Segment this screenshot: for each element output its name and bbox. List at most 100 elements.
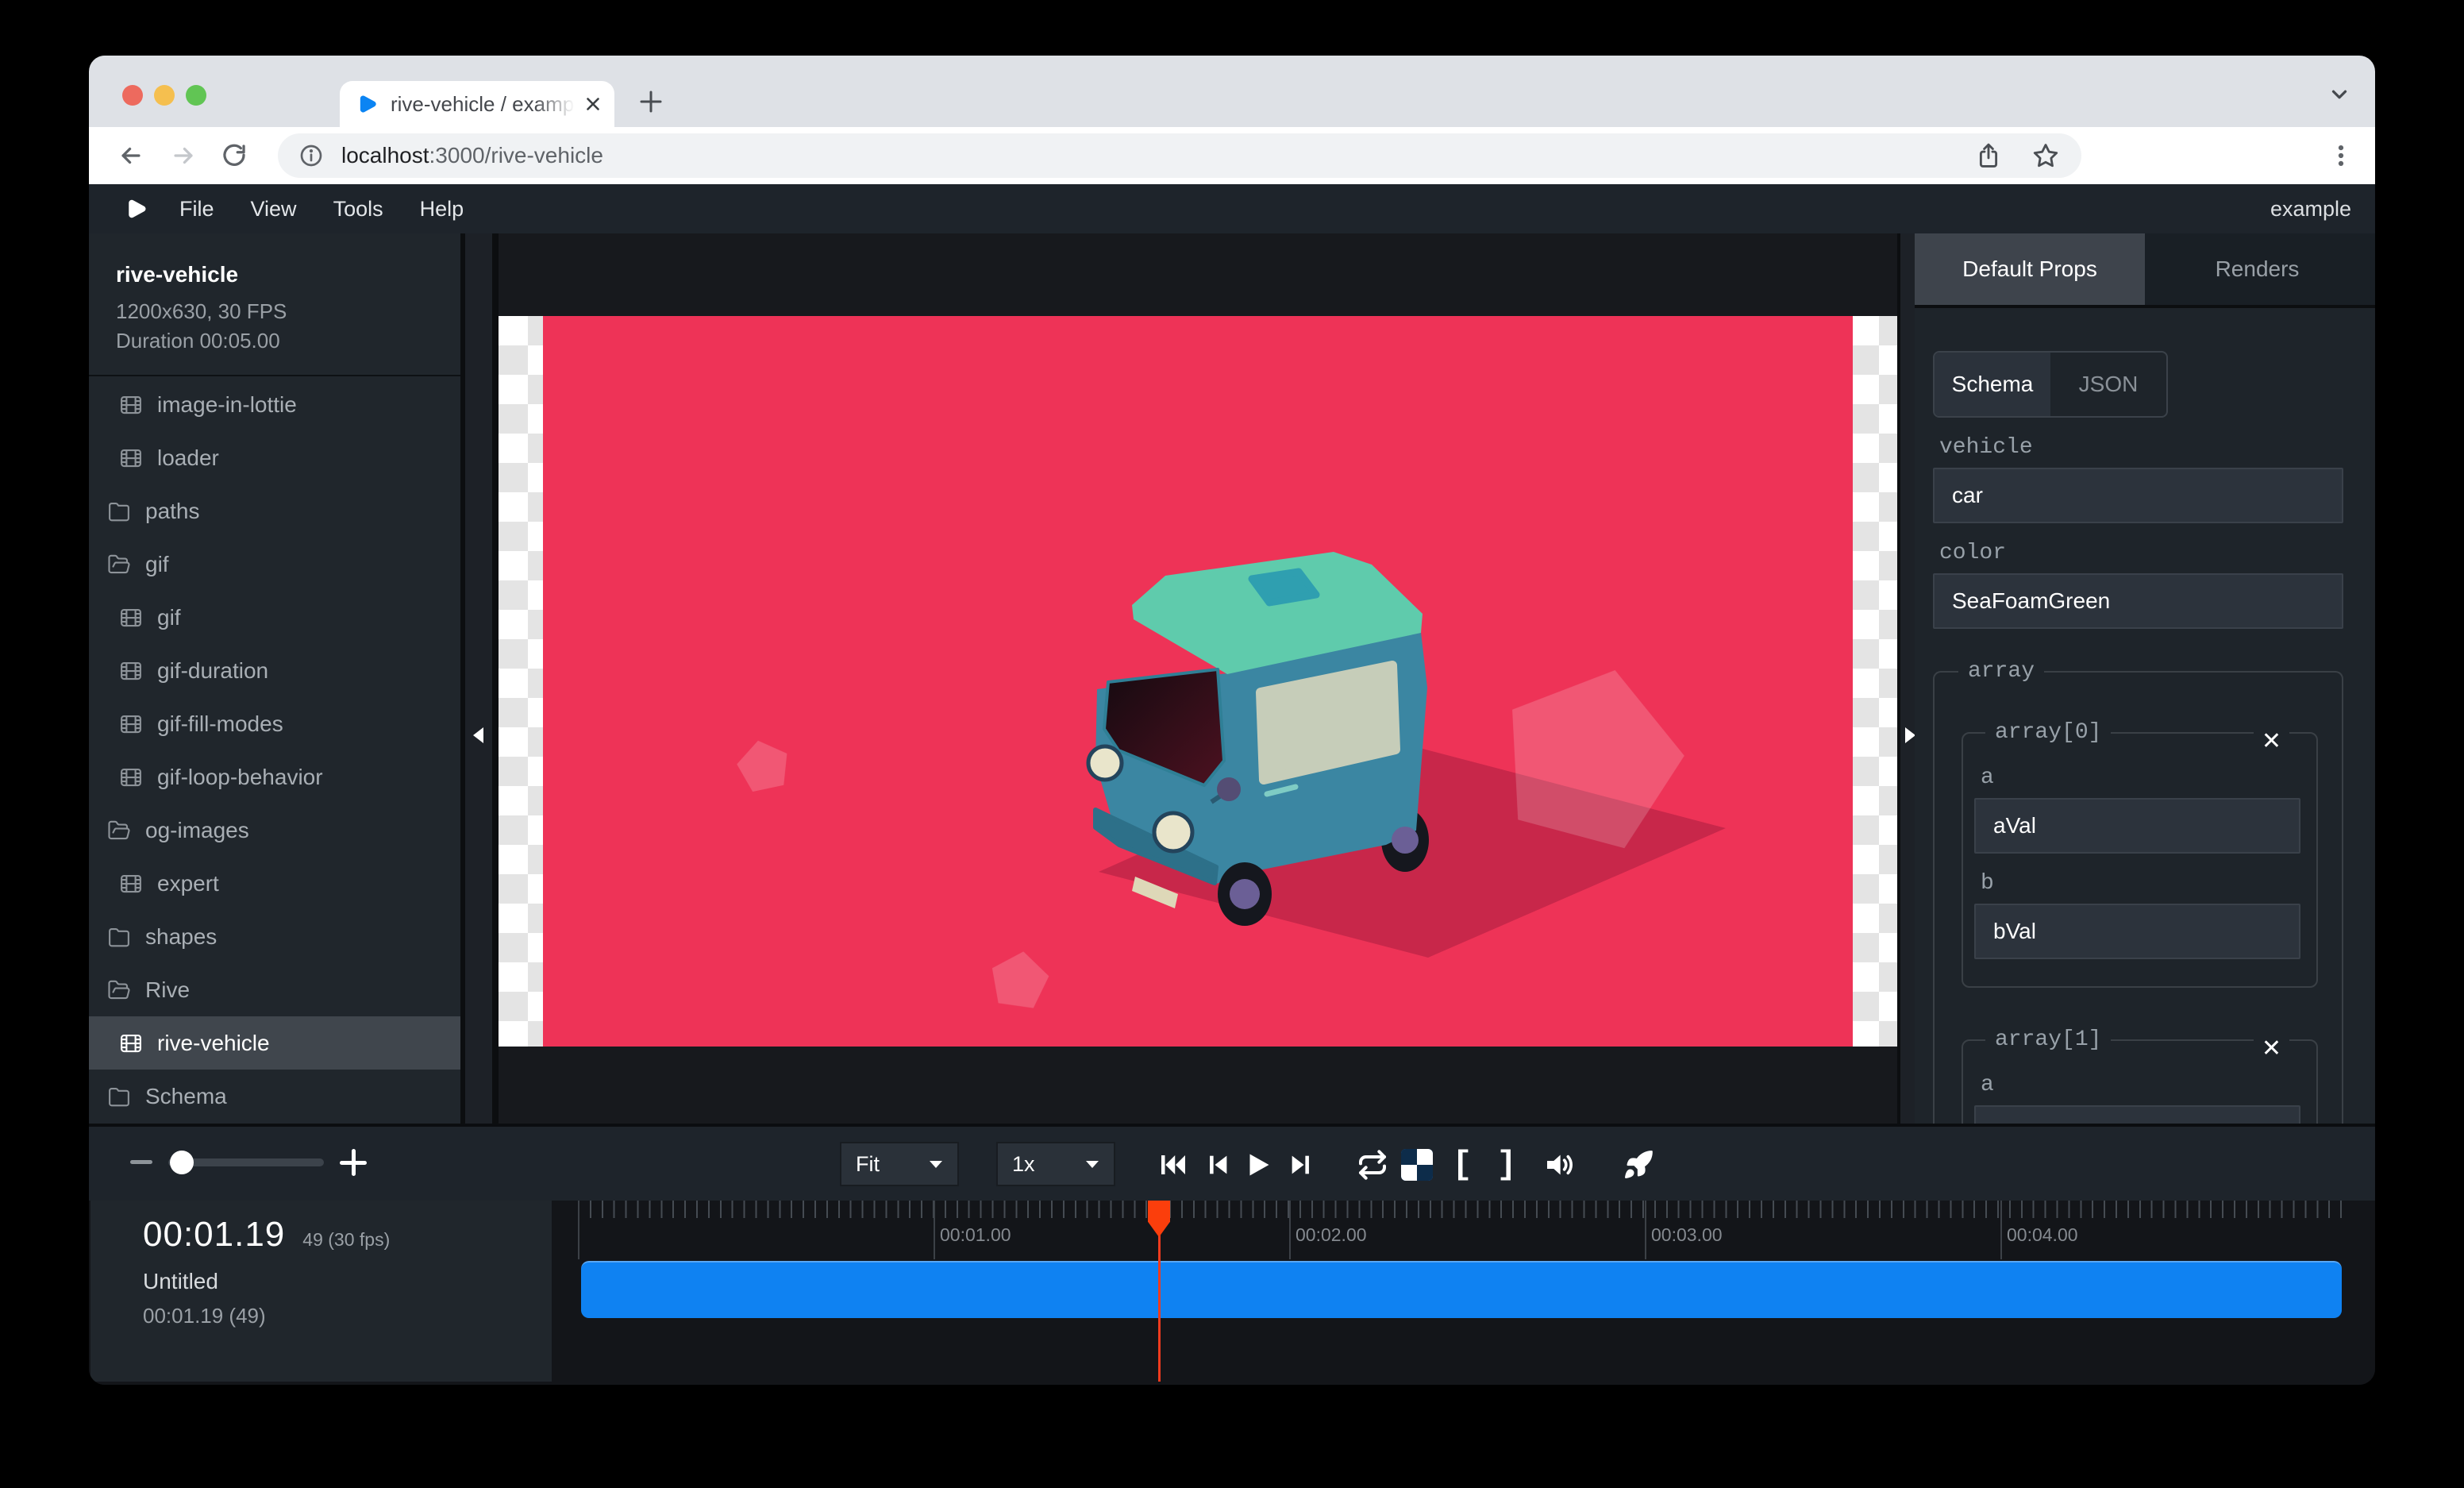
ruler-label: 00:03.00 bbox=[1651, 1224, 1723, 1246]
sidebar-item-label: expert bbox=[157, 871, 219, 896]
sidebar-item-label: shapes bbox=[145, 924, 217, 950]
array-group-label: array bbox=[1958, 659, 2044, 684]
browser-menu-icon[interactable] bbox=[2327, 137, 2354, 179]
zoom-slider-knob[interactable] bbox=[170, 1151, 194, 1174]
array-0-b-input[interactable] bbox=[1974, 904, 2300, 959]
timeline-ruler[interactable] bbox=[578, 1201, 2343, 1218]
sidebar-folder-gif[interactable]: gif bbox=[89, 538, 460, 591]
sidebar-item-label: loader bbox=[157, 445, 219, 471]
timeline-track-bar[interactable] bbox=[581, 1261, 2342, 1318]
window-minimize-button[interactable] bbox=[154, 85, 175, 106]
bookmark-star-icon[interactable] bbox=[2032, 142, 2059, 169]
sidebar-folder-rive[interactable]: Rive bbox=[89, 963, 460, 1016]
toggle-schema[interactable]: Schema bbox=[1935, 353, 2050, 416]
sidebar-folder-schema[interactable]: Schema bbox=[89, 1070, 460, 1123]
zoom-out-icon[interactable] bbox=[130, 1160, 152, 1164]
zoom-in-icon[interactable] bbox=[340, 1149, 367, 1176]
film-icon bbox=[119, 765, 143, 789]
sidebar-item-rive-vehicle[interactable]: rive-vehicle bbox=[89, 1016, 460, 1070]
composition-resolution: 1200x630, 30 FPS bbox=[116, 297, 448, 326]
forward-icon[interactable] bbox=[164, 136, 203, 175]
remove-array-item-icon[interactable]: ✕ bbox=[2254, 1033, 2289, 1065]
toggle-json[interactable]: JSON bbox=[2050, 353, 2166, 416]
sidebar-item-loader[interactable]: loader bbox=[89, 431, 460, 484]
sidebar-folder-shapes[interactable]: shapes bbox=[89, 910, 460, 963]
van-illustration bbox=[543, 316, 1853, 1047]
sidebar-item-image-in-lottie[interactable]: image-in-lottie bbox=[89, 378, 460, 431]
sidebar-folder-paths[interactable]: paths bbox=[89, 484, 460, 538]
project-name-label: example bbox=[2270, 197, 2351, 222]
menu-view[interactable]: View bbox=[251, 197, 297, 222]
back-icon[interactable] bbox=[111, 136, 151, 175]
app-menu-bar: File View Tools Help example bbox=[89, 184, 2375, 233]
volume-button[interactable] bbox=[1542, 1147, 1577, 1182]
tab-renders[interactable]: Renders bbox=[2145, 233, 2370, 305]
menu-tools[interactable]: Tools bbox=[333, 197, 383, 222]
remove-array-item-icon[interactable]: ✕ bbox=[2254, 726, 2289, 757]
transparency-button[interactable] bbox=[1399, 1147, 1434, 1182]
folder-open-icon bbox=[107, 553, 131, 576]
sidebar-item-gif-fill-modes[interactable]: gif-fill-modes bbox=[89, 697, 460, 750]
array-item-0-label: array[0] bbox=[1985, 720, 2111, 745]
skip-to-start-button[interactable] bbox=[1156, 1147, 1191, 1182]
sidebar-item-gif[interactable]: gif bbox=[89, 591, 460, 644]
reload-icon[interactable] bbox=[214, 136, 254, 175]
next-frame-button[interactable] bbox=[1284, 1147, 1319, 1182]
ruler-tick: 00:01.00 bbox=[934, 1201, 935, 1259]
sidebar-item-label: og-images bbox=[145, 818, 249, 843]
sidebar-item-gif-duration[interactable]: gif-duration bbox=[89, 644, 460, 697]
play-icon bbox=[1244, 1151, 1272, 1179]
size-select[interactable]: Fit bbox=[840, 1142, 959, 1186]
schema-json-toggle: Schema JSON bbox=[1933, 351, 2168, 418]
array-1-a-input[interactable] bbox=[1974, 1105, 2300, 1124]
out-bracket-icon: ] bbox=[1496, 1147, 1516, 1182]
array-0-a-input[interactable] bbox=[1974, 798, 2300, 854]
checkerboard-icon bbox=[1401, 1149, 1433, 1181]
tab-close-icon[interactable] bbox=[583, 94, 603, 114]
play-button[interactable] bbox=[1241, 1147, 1276, 1182]
sidebar-item-gif-loop-behavior[interactable]: gif-loop-behavior bbox=[89, 750, 460, 804]
render-button[interactable] bbox=[1621, 1147, 1656, 1182]
previous-frame-button[interactable] bbox=[1200, 1147, 1235, 1182]
timeline-info-panel: 00:01.19 49 (30 fps) Untitled 00:01.19 (… bbox=[90, 1201, 552, 1382]
composition-info: rive-vehicle 1200x630, 30 FPS Duration 0… bbox=[89, 233, 460, 376]
share-icon[interactable] bbox=[1975, 142, 2002, 169]
loop-button[interactable] bbox=[1355, 1147, 1390, 1182]
film-icon bbox=[119, 1031, 143, 1055]
sidebar-item-label: gif bbox=[145, 552, 169, 577]
url-text: localhost:3000/rive-vehicle bbox=[341, 143, 603, 168]
frame-counter: 49 (30 fps) bbox=[302, 1229, 390, 1255]
speed-select[interactable]: 1x bbox=[996, 1142, 1115, 1186]
menu-help[interactable]: Help bbox=[420, 197, 464, 222]
props-panel-tabs: Default Props Renders bbox=[1915, 233, 2375, 308]
volume-icon bbox=[1543, 1149, 1575, 1181]
tab-default-props[interactable]: Default Props bbox=[1915, 233, 2145, 305]
in-marker-button[interactable]: [ bbox=[1445, 1147, 1480, 1182]
array-group: array array[0] ✕ a b array[1] ✕ a bbox=[1933, 659, 2343, 1124]
window-close-button[interactable] bbox=[122, 85, 143, 106]
window-zoom-button[interactable] bbox=[186, 85, 206, 106]
sidebar-folder-og-images[interactable]: og-images bbox=[89, 804, 460, 857]
browser-tab[interactable]: rive-vehicle / example - Remoti bbox=[340, 81, 614, 127]
speed-select-value: 1x bbox=[1012, 1152, 1035, 1177]
props-panel: Default Props Renders Schema JSON vehicl… bbox=[1915, 233, 2375, 1124]
address-bar[interactable]: localhost:3000/rive-vehicle bbox=[278, 133, 2081, 178]
sidebar-item-label: gif-fill-modes bbox=[157, 711, 283, 737]
playhead-marker[interactable] bbox=[1148, 1201, 1170, 1237]
site-info-icon[interactable] bbox=[298, 143, 324, 168]
sidebar-item-expert[interactable]: expert bbox=[89, 857, 460, 910]
menu-file[interactable]: File bbox=[179, 197, 214, 222]
sidebar-item-label: gif-loop-behavior bbox=[157, 765, 323, 790]
vehicle-input[interactable] bbox=[1933, 468, 2343, 523]
new-tab-button[interactable] bbox=[637, 87, 665, 120]
film-icon bbox=[119, 659, 143, 683]
tab-search-chevron-icon[interactable] bbox=[2327, 83, 2351, 110]
collapse-left-icon[interactable] bbox=[469, 724, 488, 746]
sidebar-collapse-strip[interactable] bbox=[465, 233, 492, 1124]
out-marker-button[interactable]: ] bbox=[1489, 1147, 1524, 1182]
color-input[interactable] bbox=[1933, 573, 2343, 629]
panel-collapse-strip[interactable] bbox=[1900, 233, 1915, 1124]
previous-frame-icon bbox=[1204, 1151, 1231, 1178]
sidebar-item-label: image-in-lottie bbox=[157, 392, 297, 418]
ruler-tick bbox=[578, 1201, 579, 1259]
